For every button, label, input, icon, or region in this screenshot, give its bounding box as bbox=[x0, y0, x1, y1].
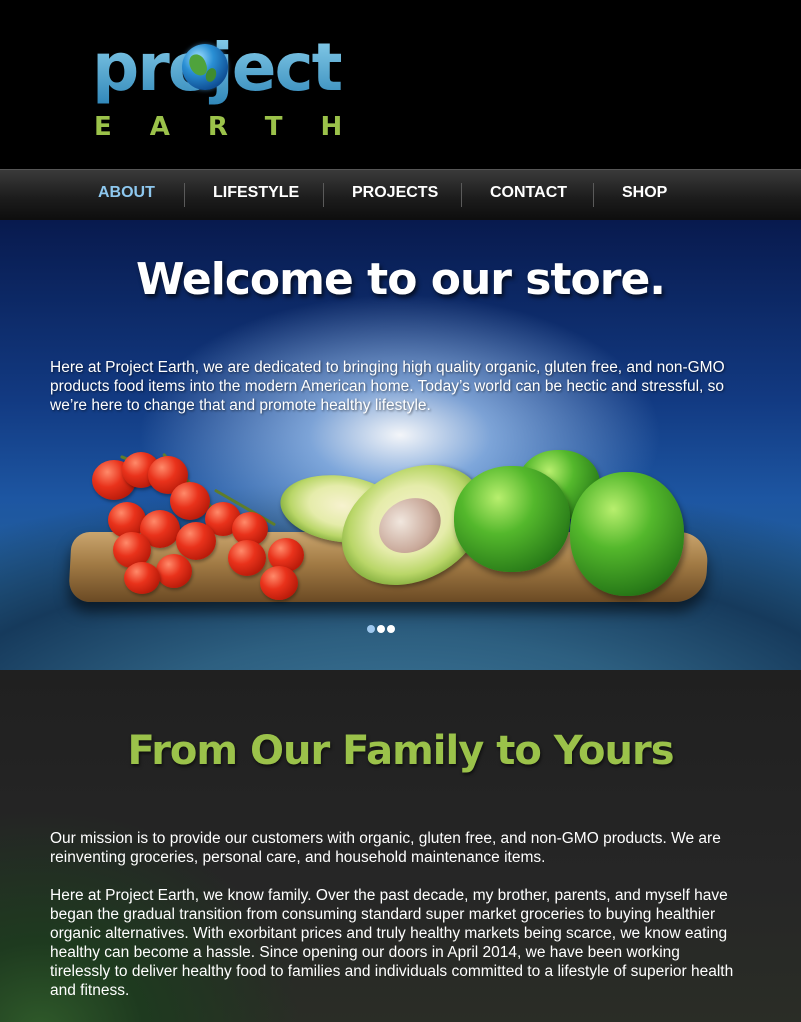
nav-separator bbox=[593, 183, 594, 207]
family-paragraph: Here at Project Earth, we know family. O… bbox=[50, 887, 734, 999]
nav-item-lifestyle[interactable]: LIFESTYLE bbox=[213, 184, 299, 202]
page: project EARTH ABOUT LIFESTYLE PROJECTS C… bbox=[0, 0, 801, 1022]
hero-slider: Welcome to our store. Here at Project Ea… bbox=[0, 220, 801, 670]
site-header: project EARTH bbox=[0, 0, 801, 169]
green-tomato bbox=[570, 472, 684, 596]
globe-icon bbox=[182, 44, 228, 90]
nav-separator bbox=[461, 183, 462, 207]
main-navigation: ABOUT LIFESTYLE PROJECTS CONTACT SHOP bbox=[0, 169, 801, 221]
green-tomato bbox=[454, 466, 570, 572]
logo-subtitle: EARTH bbox=[94, 112, 381, 142]
nav-item-contact[interactable]: CONTACT bbox=[490, 184, 567, 202]
tomato bbox=[228, 540, 266, 576]
slider-pagination bbox=[367, 618, 397, 633]
tomato bbox=[260, 566, 298, 600]
slide-dot-2[interactable] bbox=[377, 625, 385, 633]
project-earth-logo[interactable]: project EARTH bbox=[92, 30, 382, 145]
nav-separator bbox=[184, 183, 185, 207]
nav-item-shop[interactable]: SHOP bbox=[622, 184, 667, 202]
slide-dot-1[interactable] bbox=[367, 625, 375, 633]
tomato bbox=[156, 554, 192, 588]
nav-item-about[interactable]: ABOUT bbox=[98, 184, 155, 202]
tomato bbox=[170, 482, 210, 520]
tomato bbox=[176, 522, 216, 560]
nav-separator bbox=[323, 183, 324, 207]
mission-section: From Our Family to Yours Our mission is … bbox=[0, 670, 801, 1022]
nav-item-projects[interactable]: PROJECTS bbox=[352, 184, 438, 202]
slide-dot-3[interactable] bbox=[387, 625, 395, 633]
mission-paragraph: Our mission is to provide our customers … bbox=[50, 830, 721, 866]
hero-text: Here at Project Earth, we are dedicated … bbox=[50, 359, 725, 414]
section-title: From Our Family to Yours bbox=[127, 728, 674, 774]
hero-title: Welcome to our store. bbox=[135, 254, 666, 305]
avocado-pit bbox=[369, 487, 451, 564]
tomato bbox=[124, 562, 160, 594]
